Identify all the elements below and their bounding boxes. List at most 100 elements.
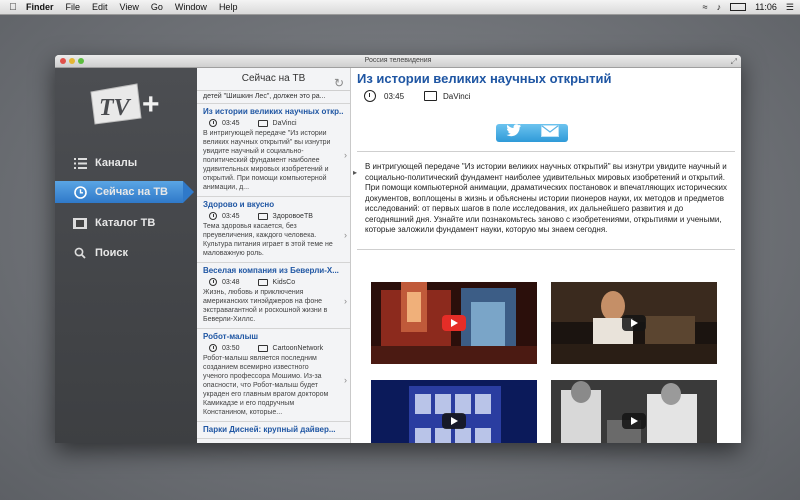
play-button[interactable] [442, 413, 466, 429]
list-item-channel: ЗдоровоеТВ [272, 212, 313, 220]
program-meta: 03:45 DaVinci [364, 90, 470, 102]
sidebar-item-channels[interactable]: Каналы [55, 152, 197, 174]
list-item-meta: 03:48 KidsCo [209, 278, 344, 286]
list-item[interactable]: Веселая компания из Беверли-Х... 03:48 K… [197, 263, 350, 329]
list-item[interactable]: Здорово и вкусно 03:45 ЗдоровоеТВ Тема з… [197, 197, 350, 263]
video-3-frame [371, 380, 537, 443]
clock-icon [209, 212, 217, 220]
video-thumbnail[interactable] [371, 380, 537, 443]
now-on-tv-list: Сейчас на ТВ ↻ детей "Шишкин Лес", долже… [197, 68, 351, 443]
wifi-icon[interactable]: ≈ [703, 2, 708, 12]
clock-icon [209, 344, 217, 352]
refresh-icon[interactable]: ↻ [334, 72, 344, 94]
list-header-title: Сейчас на ТВ [241, 73, 306, 84]
list-item[interactable]: Парки Дисней: крупный дайвер... [197, 422, 350, 439]
sidebar-item-search[interactable]: Поиск [55, 242, 197, 264]
tv-icon [424, 91, 438, 101]
search-icon [73, 246, 87, 260]
video-4-frame [551, 380, 717, 443]
divider [357, 249, 735, 250]
program-title: Из истории великих научных открытий [357, 71, 612, 86]
menu-bar:  Finder File Edit View Go Window Help ≈… [0, 0, 800, 15]
fullscreen-icon[interactable]: ⤢ [731, 56, 737, 68]
sidebar-item-now-on-tv[interactable]: Сейчас на ТВ [55, 181, 194, 203]
menu-help[interactable]: Help [219, 2, 238, 12]
sidebar-item-catalog[interactable]: Каталог ТВ [55, 212, 197, 234]
list-item-desc: Робот-малыш является последним созданием… [203, 355, 329, 416]
video-thumbnail[interactable] [371, 282, 537, 364]
tv-icon [257, 212, 268, 220]
play-button[interactable] [442, 315, 466, 331]
list-item-title: Здорово и вкусно [203, 200, 275, 209]
list-item-desc: Тема здоровья касается, без преувеличени… [203, 223, 333, 257]
clock-icon [209, 119, 217, 127]
twitter-icon[interactable] [506, 124, 522, 142]
list-item-channel: DaVinci [272, 119, 297, 127]
list-item-title: Робот-малыш [203, 332, 259, 341]
menu-edit[interactable]: Edit [92, 2, 108, 12]
minimize-button[interactable] [69, 58, 75, 64]
list-item-desc: Жизнь, любовь и приключения американских… [203, 289, 328, 323]
tv-plus-logo: TV + [90, 83, 160, 125]
chevron-right-icon: › [344, 295, 347, 306]
program-channel: DaVinci [443, 91, 471, 101]
list-item-channel: KidsCo [272, 278, 296, 286]
menu-window[interactable]: Window [175, 2, 207, 12]
tv-icon [257, 344, 268, 352]
battery-icon[interactable] [730, 3, 747, 11]
sidebar-item-label: Сейчас на ТВ [95, 186, 168, 198]
program-description: В интригующей передаче "Из истории велик… [365, 162, 727, 234]
divider [357, 151, 735, 152]
zoom-button[interactable] [78, 58, 84, 64]
expand-arrow-icon[interactable]: ▸ [353, 168, 357, 177]
volume-icon[interactable]: ♪ [717, 2, 722, 12]
logo-plus: + [142, 88, 160, 121]
sidebar-item-label: Каналы [95, 157, 138, 169]
sidebar-item-label: Поиск [95, 247, 129, 259]
menu-view[interactable]: View [120, 2, 139, 12]
share-buttons [496, 124, 568, 142]
window-title: Россия телевидения [364, 57, 432, 64]
list-item-desc: В интригующей передаче "Из истории велик… [203, 130, 331, 191]
clock-icon [209, 278, 217, 286]
list-item-channel: CartoonNetwork [272, 344, 324, 352]
list-item-title: Парки Дисней: крупный дайвер... [203, 425, 336, 434]
list-item-meta: 03:45 ЗдоровоеТВ [209, 212, 344, 220]
list-item-time: 03:50 [222, 344, 240, 352]
video-thumbnail[interactable] [551, 282, 717, 364]
chevron-right-icon: › [344, 375, 347, 385]
play-button[interactable] [622, 315, 646, 331]
menubar-clock[interactable]: 11:06 [755, 2, 777, 12]
sidebar-item-label: Каталог ТВ [95, 217, 156, 229]
menu-go[interactable]: Go [151, 2, 163, 12]
list-item-meta: 03:50 CartoonNetwork [209, 344, 344, 352]
clock-icon [364, 90, 376, 102]
menu-file[interactable]: File [66, 2, 81, 12]
list-icon [73, 156, 87, 170]
program-detail: Из истории великих научных открытий 03:4… [351, 68, 741, 443]
list-item[interactable]: Из истории великих научных откр... 03:45… [197, 104, 350, 197]
list-item[interactable]: Робот-малыш 03:50 CartoonNetwork Робот-м… [197, 329, 350, 422]
list-item-time: 03:45 [222, 119, 240, 127]
list-item-fragment[interactable]: детей "Шишкин Лес", должен это ра... [197, 91, 350, 104]
list-item-title: Из истории великих научных откр... [203, 107, 344, 116]
list-header: Сейчас на ТВ ↻ [197, 68, 350, 91]
program-time: 03:45 [384, 91, 405, 101]
film-icon [73, 216, 87, 230]
play-button[interactable] [622, 413, 646, 429]
title-bar: Россия телевидения ⤢ [55, 55, 741, 68]
apple-menu-icon[interactable]:  [0, 2, 26, 13]
mail-icon[interactable] [540, 124, 559, 142]
tv-icon [257, 278, 268, 286]
list-item-time: 03:48 [222, 278, 240, 286]
sidebar: TV + Каналы Сейчас на ТВ Каталог ТВ Поис… [55, 68, 197, 443]
close-button[interactable] [60, 58, 66, 64]
video-thumbnail[interactable] [551, 380, 717, 443]
user-list-icon[interactable]: ☰ [786, 2, 794, 13]
tv-icon [257, 119, 268, 127]
clock-icon [73, 185, 87, 199]
menu-finder[interactable]: Finder [26, 2, 54, 12]
list-item-time: 03:45 [222, 212, 240, 220]
list-item-meta: 03:45 DaVinci [209, 119, 344, 127]
app-window: Россия телевидения ⤢ TV + Каналы Сейчас … [55, 55, 741, 443]
